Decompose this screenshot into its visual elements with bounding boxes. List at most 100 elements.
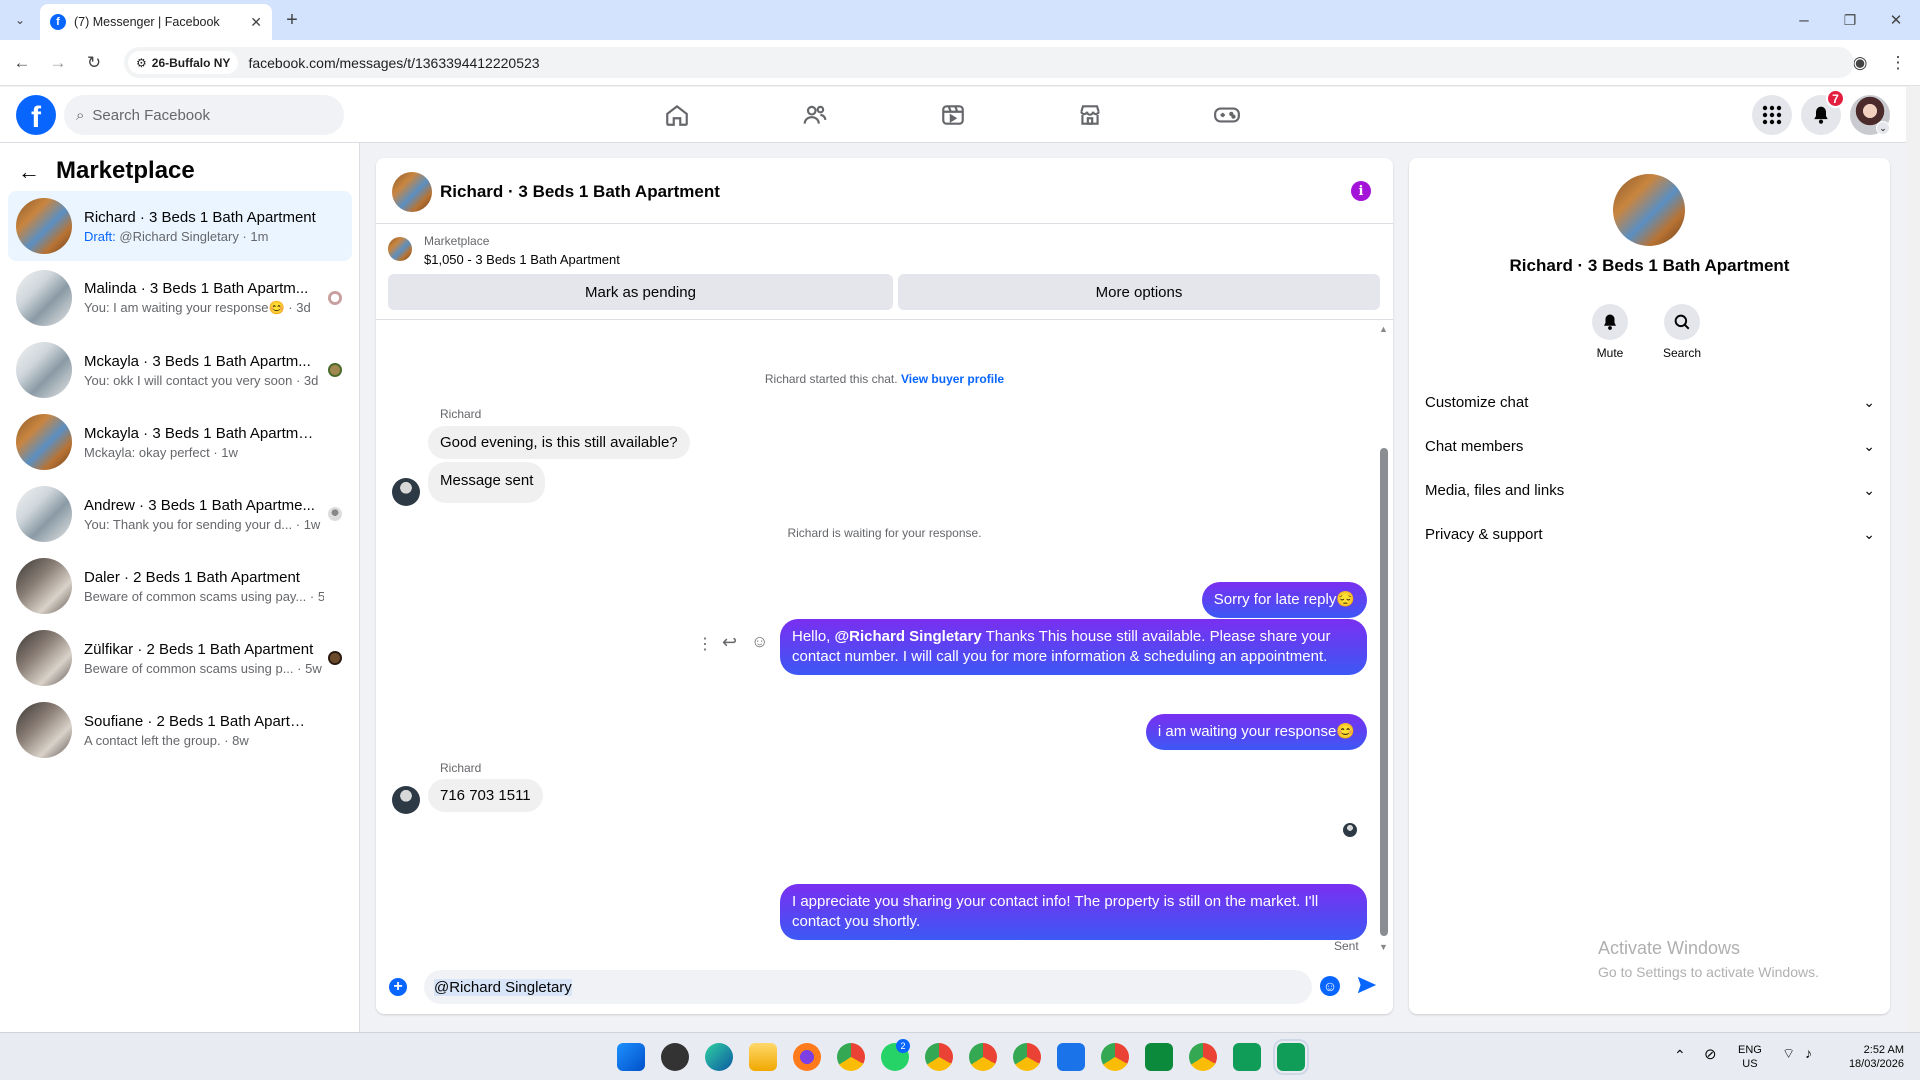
restore-icon[interactable]: ❐: [1836, 6, 1864, 34]
conversation-item[interactable]: Mckayla · 3 Beds 1 Bath Apartment Mckayl…: [8, 407, 352, 477]
conversation-title: Malinda · 3 Beds 1 Bath Apartm...: [84, 280, 309, 297]
chat-header-avatar[interactable]: [392, 172, 432, 212]
site-chip-label: 26-Buffalo NY: [151, 55, 231, 70]
chat-scrollbar-thumb[interactable]: [1380, 448, 1388, 936]
conversation-item[interactable]: Andrew · 3 Beds 1 Bath Apartme... You: T…: [8, 479, 352, 549]
chat-members-section[interactable]: Chat members ⌄: [1425, 424, 1875, 468]
reply-icon[interactable]: ↩: [722, 632, 737, 653]
volume-icon[interactable]: ♪: [1805, 1045, 1812, 1061]
conversation-item[interactable]: Malinda · 3 Beds 1 Bath Apartm... You: I…: [8, 263, 352, 333]
nav-home-icon[interactable]: [621, 87, 733, 143]
minimize-icon[interactable]: –: [1790, 6, 1818, 34]
back-icon[interactable]: ←: [8, 49, 36, 77]
tab-close-icon[interactable]: ✕: [250, 14, 262, 31]
facebook-logo[interactable]: f: [16, 95, 56, 135]
account-chevron-icon[interactable]: ⌄: [1876, 121, 1890, 135]
conversation-info-icon[interactable]: i: [1351, 181, 1371, 201]
listing-thumbnail: [16, 702, 72, 758]
outgoing-message[interactable]: i am waiting your response😊: [1145, 714, 1367, 750]
sidebar-title: Marketplace: [56, 157, 195, 184]
incoming-message[interactable]: Good evening, is this still available?: [428, 426, 690, 459]
media-files-links-section[interactable]: Media, files and links ⌄: [1425, 468, 1875, 512]
listing-price-title[interactable]: $1,050 - 3 Beds 1 Bath Apartment: [424, 252, 620, 267]
more-options-button[interactable]: More options: [898, 274, 1380, 310]
reload-icon[interactable]: ↻: [80, 49, 108, 77]
app-circle-icon[interactable]: [1057, 1043, 1085, 1071]
message-input[interactable]: @Richard Singletary: [424, 970, 1312, 1004]
chat-header-title[interactable]: Richard · 3 Beds 1 Bath Apartment: [440, 182, 720, 202]
search-conversation-icon[interactable]: [1664, 304, 1700, 340]
pwa-app-icon[interactable]: [1233, 1043, 1261, 1071]
mute-bell-icon[interactable]: [1592, 304, 1628, 340]
wifi-icon[interactable]: ⌔: [1782, 1045, 1795, 1063]
nav-marketplace-icon[interactable]: [1034, 87, 1146, 143]
nav-gaming-icon[interactable]: [1171, 87, 1283, 143]
sender-avatar[interactable]: [392, 786, 420, 814]
menu-grid-icon[interactable]: [1752, 95, 1792, 135]
nav-video-icon[interactable]: [897, 87, 1009, 143]
sender-avatar[interactable]: [392, 478, 420, 506]
notification-count-badge: 7: [1826, 89, 1845, 108]
message-more-icon[interactable]: ⋮: [697, 634, 713, 654]
section-label: Chat members: [1425, 437, 1524, 455]
draft-label: Draft:: [84, 228, 116, 244]
outgoing-message[interactable]: Sorry for late reply😔: [1201, 582, 1367, 618]
emoji-picker-icon[interactable]: ☺: [1320, 976, 1340, 996]
search-facebook-field[interactable]: ⌕ Search Facebook: [64, 95, 344, 135]
details-avatar[interactable]: [1613, 174, 1685, 246]
conversation-item[interactable]: Richard · 3 Beds 1 Bath Apartment Draft:…: [8, 191, 352, 261]
edge-icon[interactable]: [705, 1043, 733, 1071]
add-attachment-icon[interactable]: +: [389, 978, 407, 996]
outgoing-message[interactable]: I appreciate you sharing your contact in…: [780, 884, 1367, 940]
conversation-item[interactable]: Mckayla · 3 Beds 1 Bath Apartm... You: o…: [8, 335, 352, 405]
tray-overflow-icon[interactable]: ⌃: [1674, 1047, 1686, 1064]
network-off-icon[interactable]: ⊘: [1704, 1045, 1717, 1063]
green-app-icon[interactable]: [1145, 1043, 1173, 1071]
chrome-icon[interactable]: [837, 1043, 865, 1071]
sender-name: Richard: [440, 761, 482, 775]
chrome-profile-icon[interactable]: [969, 1043, 997, 1071]
react-emoji-icon[interactable]: ☺: [751, 632, 768, 652]
tab-search-chevron-icon[interactable]: ⌄: [6, 6, 34, 34]
conversation-title: Mckayla · 3 Beds 1 Bath Apartment: [84, 424, 316, 442]
page-scrollbar[interactable]: [1906, 87, 1920, 1032]
site-info-chip[interactable]: ⚙ 26-Buffalo NY: [128, 51, 239, 74]
firefox-icon[interactable]: [793, 1043, 821, 1071]
language-indicator[interactable]: ENG US: [1738, 1043, 1762, 1071]
conversation-title: Mckayla · 3 Beds 1 Bath Apartm...: [84, 352, 311, 370]
new-tab-icon[interactable]: +: [278, 6, 306, 34]
view-buyer-profile-link[interactable]: View buyer profile: [901, 372, 1004, 386]
active-pwa-app-icon[interactable]: [1273, 1039, 1309, 1075]
outgoing-message[interactable]: Hello, @Richard Singletary Thanks This h…: [780, 619, 1367, 675]
clock[interactable]: 2:52 AM 18/03/2026: [1834, 1043, 1904, 1071]
send-icon[interactable]: [1356, 974, 1378, 1001]
chevron-down-icon: ⌄: [1863, 437, 1875, 454]
chrome-profile-icon[interactable]: [1013, 1043, 1041, 1071]
privacy-support-section[interactable]: Privacy & support ⌄: [1425, 512, 1875, 556]
conversation-item[interactable]: Zülfikar · 2 Beds 1 Bath Apartment Bewar…: [8, 623, 352, 693]
browser-tab[interactable]: f (7) Messenger | Facebook ✕: [40, 4, 272, 40]
incoming-message[interactable]: Message sent: [428, 462, 546, 503]
start-windows-icon[interactable]: [617, 1043, 645, 1071]
chrome-profile-icon[interactable]: [925, 1043, 953, 1071]
nav-friends-icon[interactable]: [759, 87, 871, 143]
conversation-item[interactable]: Daler · 2 Beds 1 Bath Apartment Beware o…: [8, 551, 352, 621]
back-arrow-icon[interactable]: ←: [18, 159, 40, 185]
omnibox[interactable]: ⚙ 26-Buffalo NY facebook.com/messages/t/1…: [124, 47, 1854, 78]
chrome-profile-icon[interactable]: [1189, 1043, 1217, 1071]
obs-icon[interactable]: [661, 1043, 689, 1071]
message-mention[interactable]: @Richard Singletary: [835, 628, 982, 645]
forward-icon[interactable]: →: [44, 49, 72, 77]
window-close-icon[interactable]: ✕: [1882, 6, 1910, 34]
windows-taskbar: 2 ⌃ ⊘ ENG US ⌔ ♪ 2:52 AM 18/03/2026: [0, 1032, 1920, 1080]
incoming-message[interactable]: 716 703 1511: [428, 779, 543, 812]
chrome-profile-icon[interactable]: [1101, 1043, 1129, 1071]
file-explorer-icon[interactable]: [749, 1043, 777, 1071]
seen-avatar: [328, 363, 342, 377]
customize-chat-section[interactable]: Customize chat ⌄: [1425, 380, 1875, 424]
browser-menu-icon[interactable]: ⋮: [1884, 49, 1912, 77]
mark-as-pending-button[interactable]: Mark as pending: [388, 274, 893, 310]
scroll-down-icon[interactable]: ▼: [1379, 942, 1388, 952]
conversation-item[interactable]: Soufiane · 2 Beds 1 Bath Apartment A con…: [8, 695, 352, 765]
scroll-up-icon[interactable]: ▲: [1379, 324, 1388, 334]
